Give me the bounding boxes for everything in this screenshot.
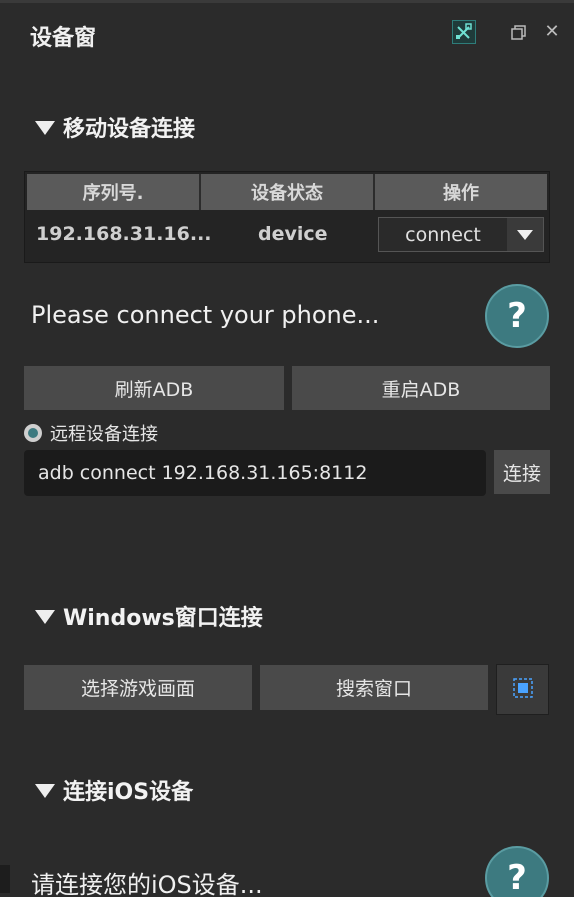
device-status-cell: device xyxy=(258,223,328,245)
device-serial-cell[interactable]: 192.168.31.16... xyxy=(36,216,212,252)
connect-ios-hint: 请连接您的iOS设备... xyxy=(31,871,263,897)
device-table: 序列号. 设备状态 操作 192.168.31.16... device con… xyxy=(24,171,550,263)
ios-section-header[interactable]: 连接iOS设备 xyxy=(35,774,193,806)
column-header-serial[interactable]: 序列号. xyxy=(27,174,201,210)
device-action-dropdown[interactable]: connect xyxy=(378,217,544,252)
ios-section-title: 连接iOS设备 xyxy=(63,780,194,805)
help-icon[interactable]: ? xyxy=(485,846,549,897)
help-question-label: ? xyxy=(507,858,527,897)
windows-section-header[interactable]: Windows窗口连接 xyxy=(35,600,263,632)
remote-connect-option[interactable]: 远程设备连接 xyxy=(24,420,158,446)
device-window: 设备窗 ✕ 移动设备连接 序列号. 设备状态 操作 192.168.31.16.… xyxy=(0,0,574,897)
help-question-label: ? xyxy=(507,296,527,336)
column-header-status[interactable]: 设备状态 xyxy=(201,174,375,210)
refresh-adb-button[interactable]: 刷新ADB xyxy=(24,366,284,410)
collapse-triangle-icon xyxy=(35,784,55,798)
window-title: 设备窗 xyxy=(30,26,97,51)
capture-region-button[interactable] xyxy=(496,664,549,715)
restore-window-icon[interactable] xyxy=(511,25,527,41)
tools-icon[interactable] xyxy=(452,20,476,44)
connect-button[interactable]: 连接 xyxy=(494,450,550,494)
adb-connect-input[interactable]: adb connect 192.168.31.165:8112 xyxy=(24,450,486,496)
column-header-action[interactable]: 操作 xyxy=(375,174,547,210)
collapse-triangle-icon xyxy=(35,121,55,135)
windows-section-title: Windows窗口连接 xyxy=(63,606,263,631)
help-icon[interactable]: ? xyxy=(485,284,549,348)
remote-connect-radio[interactable] xyxy=(24,424,42,442)
capture-region-icon xyxy=(512,677,534,703)
mobile-section-header[interactable]: 移动设备连接 xyxy=(35,111,195,143)
mobile-section-title: 移动设备连接 xyxy=(63,117,196,142)
chevron-down-icon[interactable] xyxy=(507,218,543,251)
search-window-button[interactable]: 搜索窗口 xyxy=(260,665,488,710)
restart-adb-button[interactable]: 重启ADB xyxy=(292,366,550,410)
connect-phone-hint: Please connect your phone... xyxy=(31,301,380,329)
device-action-value: connect xyxy=(405,223,481,246)
select-game-screen-button[interactable]: 选择游戏画面 xyxy=(24,665,252,710)
scroll-edge xyxy=(0,865,10,893)
remote-connect-label: 远程设备连接 xyxy=(50,424,158,445)
close-icon[interactable]: ✕ xyxy=(543,23,561,41)
collapse-triangle-icon xyxy=(35,610,55,624)
